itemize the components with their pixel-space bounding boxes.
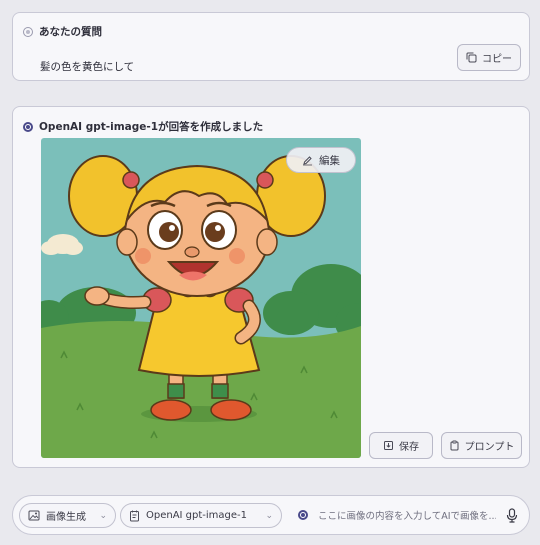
save-label: 保存 — [399, 442, 419, 453]
answer-header: OpenAI gpt-image-1が回答を作成しました — [23, 119, 263, 134]
question-card: あなたの質問 髪の色を黄色にして コピー — [12, 12, 530, 81]
question-header: あなたの質問 — [23, 24, 102, 39]
generated-image[interactable] — [41, 138, 361, 458]
microphone-icon — [506, 507, 518, 523]
model-label: OpenAI gpt-image-1 — [146, 510, 248, 521]
copy-icon — [466, 52, 477, 63]
mode-label: 画像生成 — [46, 512, 86, 523]
radio-outline-icon — [23, 26, 33, 37]
mode-select[interactable]: 画像生成 ⌄ — [19, 503, 116, 528]
mic-button[interactable] — [501, 504, 523, 526]
copy-label: コピー — [482, 54, 512, 65]
clipboard-icon — [450, 440, 459, 451]
question-text: 髪の色を黄色にして — [40, 61, 135, 73]
question-title: あなたの質問 — [39, 26, 102, 38]
radio-filled-icon — [298, 510, 308, 520]
save-icon — [384, 441, 393, 450]
prompt-label: プロンプト — [464, 442, 515, 453]
edit-button[interactable]: 編集 — [286, 147, 356, 173]
image-icon — [28, 510, 40, 521]
input-bar: 画像生成 ⌄ OpenAI gpt-image-1 ⌄ — [12, 495, 530, 535]
radio-filled-icon — [23, 121, 33, 132]
document-icon — [130, 510, 139, 521]
prompt-button[interactable]: プロンプト — [441, 432, 522, 459]
save-button[interactable]: 保存 — [369, 432, 433, 459]
model-select[interactable]: OpenAI gpt-image-1 ⌄ — [120, 503, 282, 528]
chevron-down-icon: ⌄ — [265, 510, 273, 521]
answer-card: OpenAI gpt-image-1が回答を作成しました 編集 保存 プロンプト — [12, 106, 530, 468]
pencil-icon — [303, 155, 312, 165]
copy-button[interactable]: コピー — [457, 44, 521, 71]
chevron-down-icon: ⌄ — [99, 510, 107, 521]
prompt-input[interactable] — [318, 506, 496, 526]
edit-label: 編集 — [319, 154, 340, 167]
cartoon-girl-illustration — [41, 138, 361, 458]
answer-title: OpenAI gpt-image-1が回答を作成しました — [39, 121, 264, 133]
